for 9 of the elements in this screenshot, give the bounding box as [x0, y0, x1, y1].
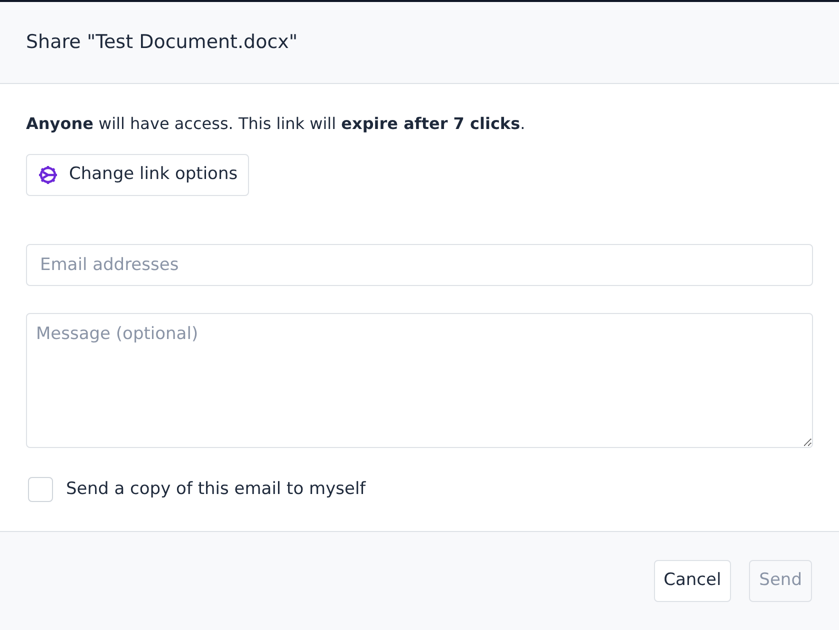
email-field[interactable]: Email addresses [26, 244, 813, 286]
dialog-title: Share "Test Document.docx" [26, 30, 298, 56]
link-options-button[interactable]: Change link options [26, 154, 249, 196]
message-field[interactable]: Message (optional) [26, 313, 813, 448]
gear-icon [37, 164, 59, 186]
checkbox[interactable] [28, 477, 53, 502]
checkbox-label[interactable]: Send a copy of this email to myself [66, 477, 366, 502]
cancel-button[interactable]: Cancel [654, 560, 732, 602]
access-note: Anyone will have access. This link will expire after 7 clicks. [26, 113, 526, 135]
